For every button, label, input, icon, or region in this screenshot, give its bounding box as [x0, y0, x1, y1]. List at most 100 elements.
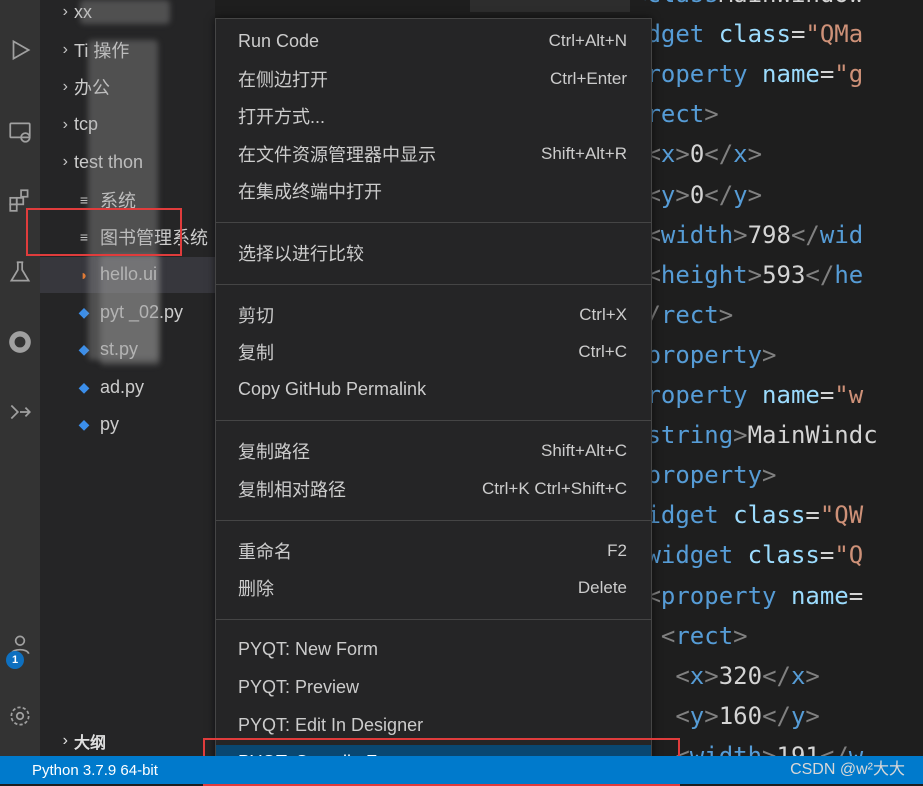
menu-item[interactable]: 删除 Delete — [216, 570, 651, 606]
live-share-icon[interactable] — [0, 392, 40, 432]
menu-item[interactable]: 剪切 Ctrl+X — [216, 297, 651, 333]
menu-item-label: PYQT: Edit In Designer — [238, 714, 424, 735]
blur-mask — [80, 0, 170, 24]
code-token: y — [790, 701, 806, 730]
menu-item[interactable]: 复制 Ctrl+C — [216, 334, 651, 370]
menu-item[interactable]: PYQT: New Form — [216, 632, 651, 668]
menu-item-label: 打开方式... — [238, 107, 326, 128]
menu-item[interactable]: Run Code Ctrl+Alt+N — [216, 23, 651, 59]
chevron-right-icon: › — [62, 153, 68, 170]
python-icon: ◆ — [78, 378, 90, 395]
menu-item-label: PYQT: Preview — [238, 676, 360, 697]
code-token: 0 — [689, 140, 705, 169]
menu-item-shortcut: Delete — [577, 578, 627, 598]
file-tree-item-label: ad.py — [100, 376, 145, 397]
code-token: MainWindc — [747, 421, 878, 450]
code-token: > — [704, 100, 719, 129]
menu-separator — [216, 420, 651, 422]
code-line: <x>320</x> — [632, 656, 820, 696]
code-line: /property> — [632, 455, 777, 495]
code-token: rect — [646, 100, 705, 129]
menu-item[interactable]: Copy GitHub Permalink — [216, 372, 651, 408]
code-token: </ — [704, 180, 734, 209]
menu-item[interactable]: 复制相对路径 Ctrl+K Ctrl+Shift+C — [216, 471, 651, 507]
code-token: > — [805, 661, 820, 690]
chevron-right-icon: › — [62, 40, 68, 58]
menu-item-shortcut: Ctrl+C — [578, 342, 627, 362]
code-token: string — [646, 421, 734, 450]
code-token: class — [646, 0, 718, 8]
code-token: "Q — [834, 541, 864, 570]
code-token: widget — [646, 541, 748, 570]
code-token: 160 — [718, 701, 763, 730]
python-interpreter-status[interactable]: Python 3.7.9 64-bit — [32, 762, 158, 779]
chevron-right-icon: › — [62, 732, 68, 749]
menu-item-shortcut: F2 — [607, 540, 627, 560]
menu-separator — [216, 283, 651, 285]
menu-item[interactable]: 在集成终端中打开 — [216, 173, 651, 209]
menu-item-shortcut: Ctrl+X — [579, 304, 627, 324]
code-line: <string>MainWindc — [632, 415, 878, 455]
gear-icon[interactable] — [0, 696, 40, 736]
menu-item-label: 复制相对路径 — [238, 480, 346, 500]
code-token: = — [848, 581, 864, 610]
code-token: y — [733, 180, 748, 209]
code-token: y — [689, 701, 705, 730]
menu-item-label: 选择以进行比较 — [238, 244, 364, 264]
outline-section-header[interactable]: › 大纲 — [40, 726, 215, 756]
code-token: property — [660, 581, 791, 610]
accounts-badge: 1 — [6, 651, 24, 669]
code-editor[interactable]: <classMainWindowidget class="QMaproperty… — [632, 0, 923, 770]
code-token: > — [747, 180, 763, 209]
code-token: </ — [762, 661, 791, 690]
menu-item[interactable]: 在文件资源管理器中显示 Shift+Alt+R — [216, 136, 651, 172]
code-token: "QMa — [805, 20, 864, 49]
menu-item[interactable]: 复制路径 Shift+Alt+C — [216, 433, 651, 469]
code-token: </ — [704, 140, 734, 169]
code-token: </ — [762, 701, 791, 730]
menu-item-shortcut: Ctrl+K Ctrl+Shift+C — [481, 479, 627, 498]
code-line: <height>593</he — [632, 255, 863, 295]
explorer-sidebar: › xx › Ti 操作 › 办公 › tcp › test thon ≡ 系统 ≡ 图书管理系统 ◗ hel… — [40, 0, 215, 756]
menu-item[interactable]: PYQT: Preview — [216, 669, 651, 705]
testing-flask-icon[interactable] — [0, 252, 40, 292]
code-token: "QW — [819, 501, 864, 530]
github-icon[interactable] — [0, 322, 40, 362]
code-line: <property name= — [632, 576, 863, 616]
file-tree-item[interactable]: ◆ py — [40, 407, 215, 443]
code-token: 798 — [747, 220, 791, 249]
code-token: "w — [834, 381, 864, 409]
code-token: = — [805, 501, 820, 530]
code-token: MainWindow — [719, 0, 864, 8]
code-token: height — [660, 260, 748, 289]
hello-ui-highlight — [26, 208, 182, 256]
remote-explorer-icon[interactable] — [0, 112, 40, 152]
menu-item-label: 在侧边打开 — [238, 69, 328, 90]
code-line: widget class="QW — [632, 495, 863, 535]
file-tree-item[interactable]: ◆ ad.py — [40, 369, 215, 405]
code-token: </ — [805, 260, 835, 289]
run-debug-icon[interactable] — [0, 30, 40, 70]
menu-item[interactable]: 在侧边打开 Ctrl+Enter — [216, 61, 651, 97]
menu-item-label: Run Code — [238, 30, 320, 51]
code-token: x — [733, 140, 748, 169]
code-token: = — [790, 20, 806, 49]
explorer-context-menu: Run Code Ctrl+Alt+N 在侧边打开 Ctrl+Enter 打开方式...… — [215, 18, 652, 781]
code-token: > — [747, 260, 763, 289]
chevron-right-icon: › — [62, 3, 68, 20]
outline-label: 大纲 — [74, 735, 107, 752]
code-token: wid — [819, 220, 864, 249]
code-token: > — [733, 421, 748, 450]
code-token: > — [747, 140, 763, 169]
menu-item[interactable]: 重命名 F2 — [216, 533, 651, 569]
code-token: > — [704, 661, 719, 690]
code-token: x — [689, 661, 705, 690]
code-line: <widget class="Q — [632, 535, 863, 575]
menu-item-shortcut: Shift+Alt+C — [541, 441, 627, 461]
code-token: "g — [834, 60, 864, 89]
menu-item[interactable]: 选择以进行比较 — [216, 235, 651, 271]
menu-item-label: PYQT: New Form — [238, 639, 379, 660]
code-token: width — [660, 220, 734, 249]
menu-item[interactable]: 打开方式... — [216, 98, 651, 134]
menu-item-label: 重命名 — [238, 541, 292, 562]
